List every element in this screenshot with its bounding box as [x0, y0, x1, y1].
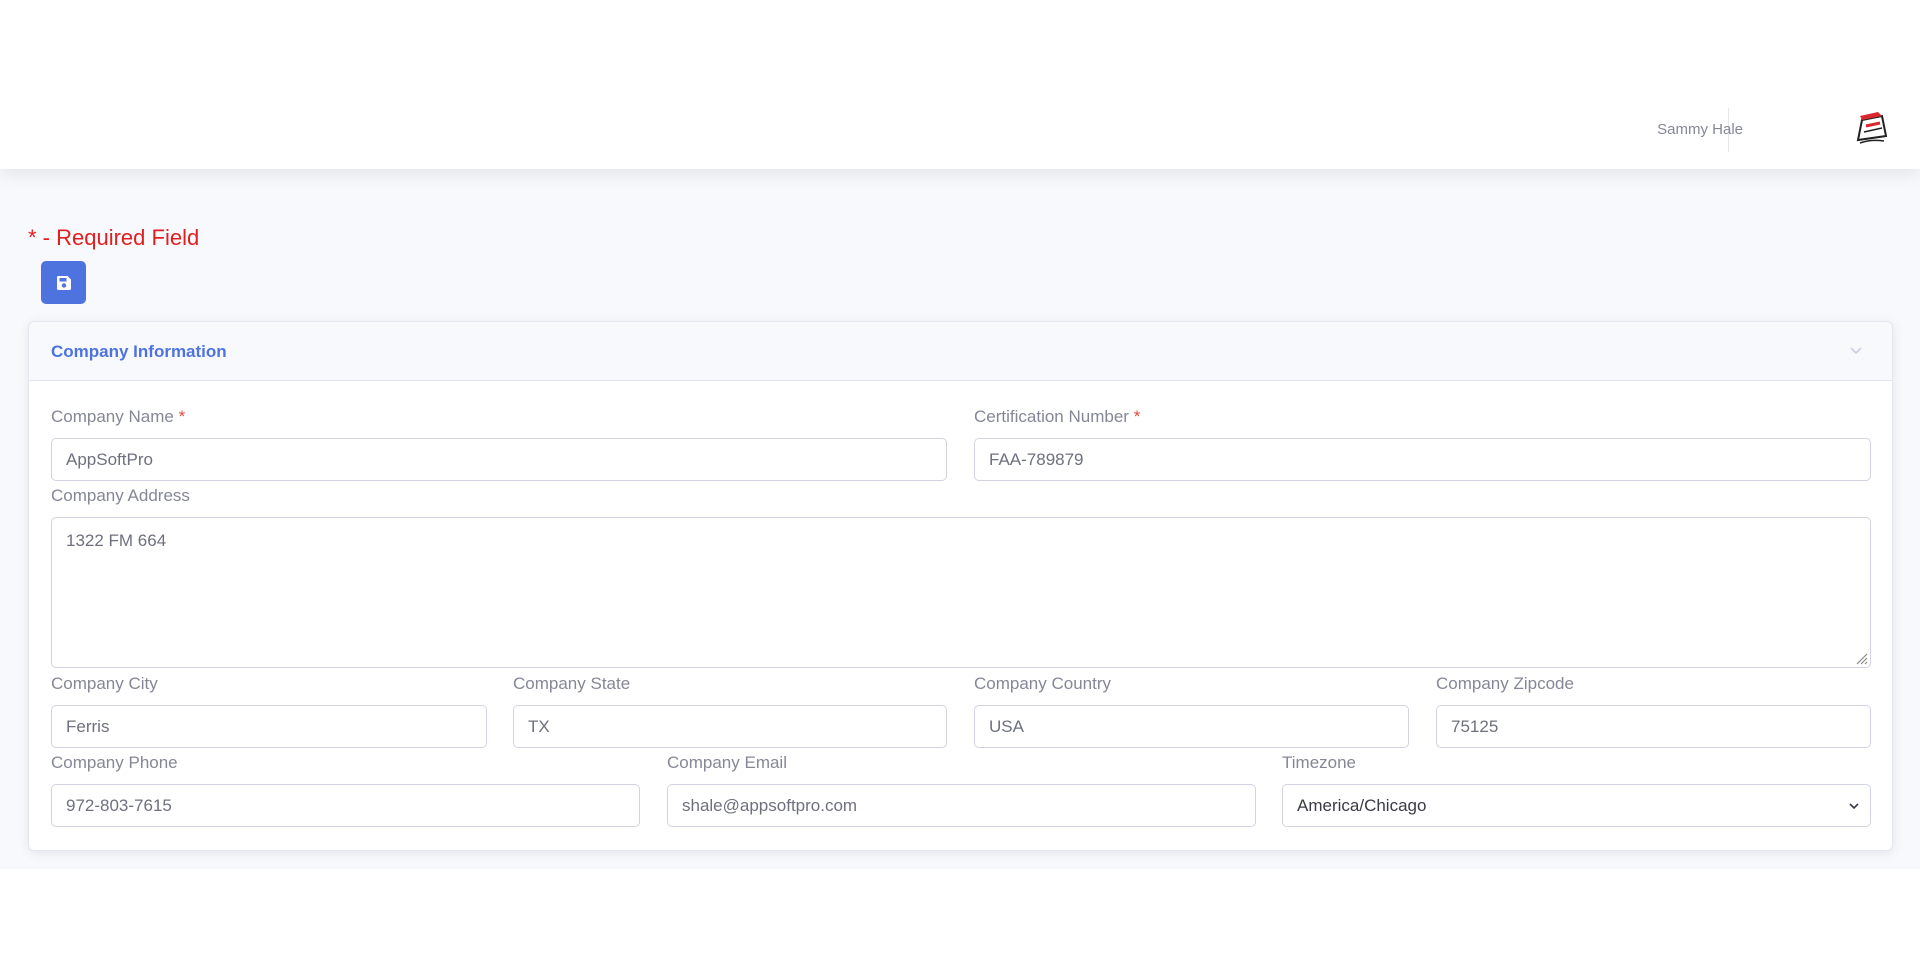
- company-city-input[interactable]: Ferris: [51, 705, 487, 748]
- company-address-value: 1322 FM 664: [66, 531, 167, 550]
- company-name-input[interactable]: AppSoftPro: [51, 438, 947, 481]
- company-name-label-text: Company Name: [51, 407, 174, 426]
- timezone-selected-value: America/Chicago: [1297, 796, 1427, 815]
- company-zipcode-input[interactable]: 75125: [1436, 705, 1871, 748]
- user-name[interactable]: Sammy Hale: [1657, 120, 1743, 140]
- resize-grip-icon[interactable]: [1854, 651, 1868, 665]
- required-marker: *: [178, 407, 186, 426]
- avatar[interactable]: [1852, 110, 1890, 148]
- company-zipcode-label: Company Zipcode: [1436, 674, 1574, 693]
- required-field-note: * - Required Field: [28, 225, 200, 250]
- company-state-input[interactable]: TX: [513, 705, 947, 748]
- floppy-disk-icon: [56, 275, 71, 290]
- timezone-label: Timezone: [1282, 753, 1357, 772]
- company-country-input[interactable]: USA: [974, 705, 1409, 748]
- avatar-logo-icon: [1856, 112, 1888, 144]
- company-city-label: Company City: [51, 674, 158, 693]
- certification-number-label: Certification Number *: [974, 406, 1140, 428]
- company-phone-input[interactable]: 972-803-7615: [51, 784, 640, 827]
- card-header[interactable]: Company Information: [29, 322, 1892, 381]
- company-email-label: Company Email: [667, 753, 787, 772]
- company-state-label: Company State: [513, 674, 631, 693]
- topbar: Sammy Hale: [0, 0, 1920, 169]
- company-country-label: Company Country: [974, 674, 1112, 693]
- company-address-label: Company Address: [51, 486, 190, 505]
- timezone-select[interactable]: America/Chicago: [1282, 784, 1871, 827]
- company-address-textarea[interactable]: 1322 FM 664: [51, 517, 1871, 668]
- company-information-card: Company Information Company Name * AppSo…: [28, 321, 1893, 851]
- chevron-down-icon: [1849, 803, 1859, 810]
- main-content: * - Required Field Company Information C…: [0, 169, 1920, 869]
- company-email-input[interactable]: shale@appsoftpro.com: [667, 784, 1256, 827]
- certification-number-label-text: Certification Number: [974, 407, 1129, 426]
- company-phone-label: Company Phone: [51, 753, 178, 772]
- required-marker: *: [1133, 407, 1141, 426]
- save-button[interactable]: [41, 261, 86, 304]
- card-title: Company Information: [51, 342, 227, 361]
- chevron-down-icon[interactable]: [1848, 342, 1864, 358]
- certification-number-input[interactable]: FAA-789879: [974, 438, 1871, 481]
- company-name-label: Company Name *: [51, 406, 185, 428]
